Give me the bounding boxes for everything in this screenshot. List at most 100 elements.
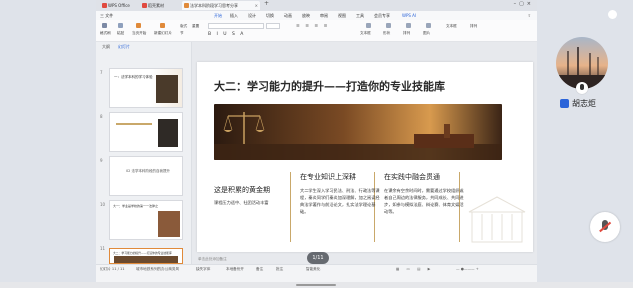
panel-collapse-button[interactable] bbox=[608, 10, 617, 19]
thumb-image bbox=[158, 211, 180, 237]
slide-canvas: 大二：学习能力的提升——打造你的专业技能库 这是积累的黄金期 课程压力适中、社团… bbox=[192, 42, 537, 264]
slide-title[interactable]: 大二：学习能力的提升——打造你的专业技能库 bbox=[214, 78, 445, 94]
menu-slideshow[interactable]: 放映 bbox=[302, 11, 310, 20]
menu-review[interactable]: 审阅 bbox=[320, 11, 328, 20]
shape-label: 形状 bbox=[383, 31, 391, 35]
thumb-number: 11 bbox=[100, 246, 106, 251]
font-size-selector[interactable] bbox=[266, 23, 280, 29]
textbox-icon[interactable] bbox=[366, 23, 371, 28]
tab-label: 法学本科阶段学习思考分享 bbox=[190, 3, 238, 8]
slide-thumb-7[interactable]: 一：法学本科的学习体验 bbox=[109, 68, 183, 108]
menu-insert[interactable]: 插入 bbox=[230, 11, 238, 20]
paste-label: 粘贴 bbox=[117, 31, 125, 35]
notes-area[interactable]: 单击此处添加备注 bbox=[192, 254, 537, 264]
share-icon[interactable]: ⇪ bbox=[528, 11, 531, 20]
tab-wps-office[interactable]: WPS Office bbox=[100, 1, 138, 10]
new-tab-icon[interactable]: + bbox=[264, 0, 269, 7]
menu-view[interactable]: 视图 bbox=[338, 11, 346, 20]
template-name[interactable]: 城市地铁系列的办公商务风 bbox=[136, 267, 179, 272]
column-2-title: 在专业知识上深耕 bbox=[300, 173, 356, 181]
slide-thumb-11-selected[interactable]: 大二：学习能力的提升——打造你的专业技能库 bbox=[109, 248, 183, 264]
menu-transition[interactable]: 切换 bbox=[266, 11, 274, 20]
tab-slides[interactable]: 幻灯片 bbox=[118, 42, 130, 51]
column-3[interactable]: 在实践中融会贯通 在课余有空余时间时，需要通过学校组织或者自己周边的法律服务，共… bbox=[384, 172, 464, 215]
picture-icon[interactable] bbox=[426, 23, 431, 28]
paste-icon[interactable] bbox=[118, 23, 123, 28]
layout-button[interactable]: 版式 bbox=[180, 24, 187, 29]
arrange-icon[interactable] bbox=[406, 23, 411, 28]
ribbon-toolbar: 格式刷 粘贴 当页开始 新建幻灯片 版式 节 重置 B I U S A ≡ ≡ … bbox=[96, 20, 537, 42]
thumb-decoration bbox=[116, 123, 152, 125]
column-1-body: 课程压力适中、社团活动丰富 bbox=[214, 200, 269, 205]
start-slideshow-icon[interactable] bbox=[136, 23, 141, 28]
tab-document[interactable]: 法学本科阶段学习思考分享 × bbox=[182, 1, 260, 10]
thumb-text: 大一：学业是学校的第一一法律之 bbox=[113, 204, 159, 208]
shape-icon[interactable] bbox=[386, 23, 391, 28]
maximize-icon[interactable]: ▢ bbox=[519, 1, 527, 7]
slide-thumbnail-panel: 大纲 幻灯片 7 一：法学本科的学习体验 8 9 02 法学本科阶段的自我提升 … bbox=[96, 42, 192, 264]
thumb-image bbox=[114, 256, 178, 263]
tab-bar: WPS Office 稻壳素材 法学本科阶段学习思考分享 × + –▢× bbox=[96, 0, 537, 11]
menu-wps-ai[interactable]: WPS AI bbox=[402, 11, 416, 20]
column-3-body: 在课余有空余时间时，需要通过学校组织或者自己周边的法律服务，共同成长、共同进步，… bbox=[384, 188, 464, 214]
section-button[interactable]: 节 bbox=[180, 31, 184, 36]
menu-file[interactable]: 三 文件 bbox=[100, 11, 113, 20]
user-icon bbox=[560, 99, 569, 108]
banner-scene bbox=[214, 104, 502, 160]
paragraph-buttons[interactable]: ≡ ≡ ≡ ≡ bbox=[296, 24, 329, 29]
wps-window: WPS Office 稻壳素材 法学本科阶段学习思考分享 × + –▢× 三 文… bbox=[96, 0, 537, 282]
slide-thumb-10[interactable]: 大一：学业是学校的第一一法律之 bbox=[109, 200, 183, 240]
close-tab-icon[interactable]: × bbox=[255, 1, 258, 10]
format-painter-icon[interactable] bbox=[102, 23, 107, 28]
daoke-icon bbox=[142, 3, 147, 8]
smart-beautify[interactable]: 智能美化 bbox=[306, 267, 320, 272]
tab-label: 稻壳素材 bbox=[148, 3, 164, 8]
view-buttons[interactable]: ▦ ▭ ▤ ▶ bbox=[396, 267, 433, 271]
zoom-slider[interactable]: — ●——— + bbox=[456, 267, 479, 271]
missing-font[interactable]: 缺失字体 bbox=[196, 267, 210, 272]
thumb-text: 02 法学本科阶段的自我提升 bbox=[125, 169, 171, 173]
thumb-image bbox=[156, 75, 178, 103]
notes-toggle[interactable]: 备注 bbox=[256, 267, 263, 272]
picture-label: 图片 bbox=[423, 31, 431, 35]
tab-label: WPS Office bbox=[108, 3, 130, 8]
column-divider bbox=[290, 172, 291, 242]
font-style-buttons[interactable]: B I U S A bbox=[208, 32, 245, 37]
window-controls: –▢× bbox=[514, 1, 534, 7]
textbox2-button[interactable]: 文本框 bbox=[446, 24, 457, 29]
column-2-body: 大二学生深入学习民法、刑法、行政法等课程，秦炎同学们秦炎加深理解，加之阅读经典法… bbox=[300, 188, 380, 214]
menu-design[interactable]: 设计 bbox=[248, 11, 256, 20]
reset-button[interactable]: 重置 bbox=[192, 24, 199, 29]
thumb-image bbox=[158, 119, 178, 147]
font-selector[interactable] bbox=[208, 23, 264, 29]
new-slide-icon[interactable] bbox=[160, 23, 165, 28]
start-slideshow-label: 当页开始 bbox=[132, 31, 147, 35]
current-slide[interactable]: 大二：学习能力的提升——打造你的专业技能库 这是积累的黄金期 课程压力适中、社团… bbox=[197, 62, 533, 252]
column-1[interactable]: 这是积累的黄金期 课程压力适中、社团活动丰富 bbox=[214, 185, 294, 206]
participant-name: 胡志炬 bbox=[572, 99, 596, 108]
thumb-text: 一：法学本科的学习体验 bbox=[114, 75, 153, 79]
status-bar: 幻灯片 11 / 11 城市地铁系列的办公商务风 缺失字体 本地备份开 备注 批… bbox=[96, 264, 537, 282]
slide-banner-image[interactable] bbox=[214, 104, 502, 160]
slide-thumb-8[interactable] bbox=[109, 112, 183, 152]
slide-thumb-9[interactable]: 02 法学本科阶段的自我提升 bbox=[109, 156, 183, 196]
menu-tools[interactable]: 工具 bbox=[356, 11, 364, 20]
menu-member[interactable]: 会员专享 bbox=[374, 11, 390, 20]
building-decoration bbox=[468, 196, 526, 243]
comments-toggle[interactable]: 批注 bbox=[276, 267, 283, 272]
tab-outline[interactable]: 大纲 bbox=[102, 42, 110, 51]
thumb-number: 8 bbox=[100, 114, 103, 119]
slide-counter: 幻灯片 11 / 11 bbox=[100, 267, 125, 271]
local-backup[interactable]: 本地备份开 bbox=[226, 267, 244, 272]
thumb-number: 10 bbox=[100, 202, 106, 207]
mute-button[interactable] bbox=[590, 212, 620, 242]
taskbar bbox=[0, 282, 633, 288]
menu-bar: 三 文件 开始 插入 设计 切换 动画 放映 审阅 视图 工具 会员专享 WPS… bbox=[96, 11, 537, 21]
arrange2-button[interactable]: 排列 bbox=[470, 24, 477, 29]
thumb-text: 大二：学习能力的提升——打造你的专业技能库 bbox=[113, 251, 172, 255]
menu-animation[interactable]: 动画 bbox=[284, 11, 292, 20]
column-2[interactable]: 在专业知识上深耕 大二学生深入学习民法、刑法、行政法等课程，秦炎同学们秦炎加深理… bbox=[300, 172, 380, 215]
tab-daoke[interactable]: 稻壳素材 bbox=[140, 1, 178, 10]
close-icon[interactable]: × bbox=[527, 1, 534, 7]
home-indicator[interactable] bbox=[296, 284, 336, 286]
